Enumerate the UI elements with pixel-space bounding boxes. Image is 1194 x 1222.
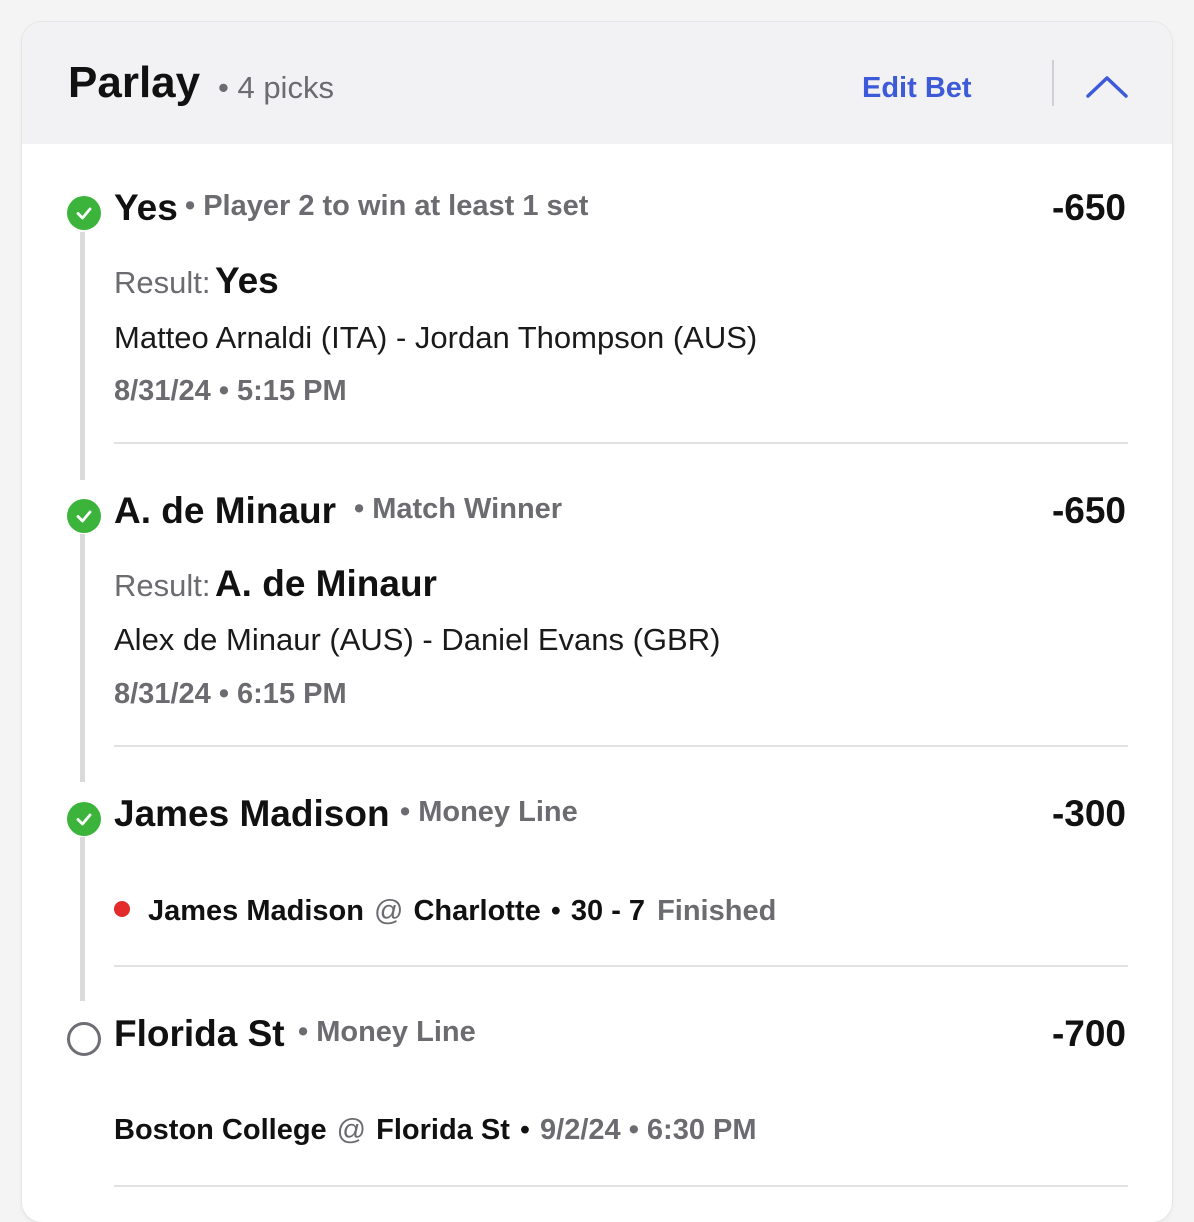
- result-value: Yes: [214, 260, 279, 301]
- row-divider: [114, 1185, 1128, 1187]
- pick-matchup: Alex de Minaur (AUS) - Daniel Evans (GBR…: [114, 622, 721, 657]
- pick-odds: -700: [1051, 1013, 1126, 1054]
- parlay-title: Parlay: [68, 58, 201, 107]
- check-circle-icon: [67, 802, 101, 836]
- parlay-header: Parlay • 4 picks Edit Bet: [22, 22, 1172, 144]
- pending-circle-icon: [67, 1022, 101, 1056]
- pick-datetime: 8/31/24 • 6:15 PM: [114, 678, 347, 710]
- check-circle-icon: [67, 499, 101, 533]
- result-value: A. de Minaur: [214, 563, 437, 604]
- game-line: James Madison @ Charlotte • 30 - 7 Finis…: [114, 895, 776, 928]
- home-team: Charlotte: [413, 895, 541, 927]
- pick-selection: Florida St: [114, 1013, 285, 1054]
- pick-datetime: 8/31/24 • 5:15 PM: [114, 375, 347, 407]
- at-symbol: @: [336, 1114, 367, 1146]
- edit-bet-button[interactable]: Edit Bet: [862, 72, 972, 105]
- at-symbol: @: [373, 895, 404, 927]
- timeline-connector: [80, 837, 85, 1001]
- chevron-up-icon[interactable]: [1084, 72, 1130, 102]
- check-circle-icon: [67, 196, 101, 230]
- away-team: James Madison: [148, 895, 364, 927]
- game-status: Finished: [657, 895, 777, 927]
- pick-selection: A. de Minaur: [114, 490, 337, 531]
- timeline-connector: [80, 534, 85, 782]
- timeline-connector: [80, 232, 85, 480]
- pick-market: • Money Line: [298, 1016, 476, 1048]
- pick-result: Result: A. de Minaur: [114, 563, 437, 605]
- row-divider: [114, 745, 1128, 747]
- pick-matchup: Matteo Arnaldi (ITA) - Jordan Thompson (…: [114, 320, 758, 355]
- game-datetime: 9/2/24 • 6:30 PM: [540, 1114, 757, 1146]
- separator: •: [550, 895, 561, 927]
- game-line: Boston College @ Florida St • 9/2/24 • 6…: [114, 1114, 757, 1147]
- row-divider: [114, 965, 1128, 967]
- header-divider: [1052, 60, 1054, 106]
- pick-odds: -650: [1051, 187, 1126, 228]
- result-label: Result:: [114, 265, 211, 300]
- row-divider: [114, 442, 1128, 444]
- pick-result: Result: Yes: [114, 260, 279, 302]
- picks-count: • 4 picks: [218, 70, 334, 105]
- away-team: Boston College: [114, 1114, 327, 1146]
- result-label: Result:: [114, 568, 211, 603]
- pick-selection: James Madison: [114, 793, 390, 834]
- pick-market: • Player 2 to win at least 1 set: [185, 190, 589, 222]
- live-indicator: [114, 901, 130, 917]
- game-score: 30 - 7: [570, 895, 646, 927]
- home-team: Florida St: [376, 1114, 510, 1146]
- separator: •: [519, 1114, 531, 1146]
- parlay-card: Parlay • 4 picks Edit Bet Yes • Player 2…: [22, 22, 1172, 1222]
- pick-market: • Match Winner: [354, 493, 563, 525]
- pick-market: • Money Line: [400, 796, 578, 828]
- pick-selection: Yes: [114, 187, 178, 228]
- pick-odds: -300: [1051, 793, 1126, 834]
- pick-odds: -650: [1051, 490, 1126, 531]
